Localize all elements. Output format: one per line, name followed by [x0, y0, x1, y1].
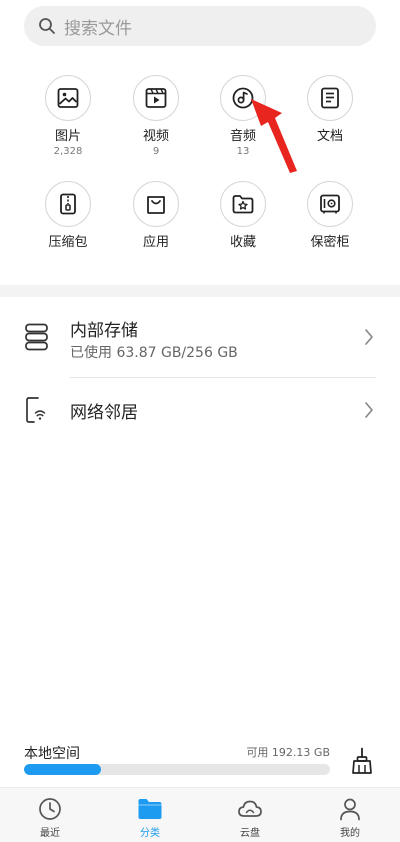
tab-label: 我的 — [340, 828, 360, 839]
tab-label: 最近 — [40, 828, 60, 839]
audio-icon — [232, 87, 254, 109]
person-icon — [340, 798, 360, 821]
category-apps[interactable]: 应用 — [118, 181, 194, 251]
category-label: 保密柜 — [310, 235, 350, 250]
bottom-navigation: 最近 分类 云盘 我的 — [0, 787, 400, 842]
category-safe[interactable]: 保密柜 — [292, 181, 368, 251]
category-label: 文档 — [316, 129, 343, 144]
category-videos[interactable]: 视频 9 — [118, 75, 194, 158]
archive-icon — [60, 193, 76, 215]
category-count: 13 — [236, 146, 250, 157]
internal-storage-title: 内部存储 — [70, 321, 138, 341]
image-icon — [57, 88, 79, 108]
broom-clean-icon[interactable] — [350, 747, 374, 775]
category-count: 2,328 — [53, 146, 83, 157]
tab-categories[interactable]: 分类 — [100, 788, 200, 842]
local-space-available: 可用 192.13 GB — [246, 746, 330, 759]
search-placeholder: 搜索文件 — [64, 18, 132, 39]
storage-progress-fill — [24, 764, 101, 775]
category-label: 收藏 — [229, 235, 256, 250]
local-space-panel: 本地空间 可用 192.13 GB — [0, 737, 400, 787]
folder-icon — [138, 799, 162, 819]
internal-storage-row[interactable]: 内部存储 已使用 63.87 GB/256 GB — [0, 297, 400, 377]
search-icon — [39, 18, 55, 34]
category-documents[interactable]: 文档 — [292, 75, 368, 145]
tab-label: 分类 — [140, 828, 160, 839]
local-space-label: 本地空间 — [24, 746, 80, 762]
tab-cloud[interactable]: 云盘 — [200, 788, 300, 842]
category-label: 应用 — [142, 235, 169, 250]
chevron-right-icon — [365, 402, 373, 418]
document-icon — [321, 87, 339, 109]
tab-label: 云盘 — [240, 828, 260, 839]
search-bar[interactable]: 搜索文件 — [24, 6, 376, 46]
category-favorites[interactable]: 收藏 — [205, 181, 281, 251]
category-label: 图片 — [54, 129, 81, 144]
network-phone-icon — [26, 397, 46, 423]
tab-recent[interactable]: 最近 — [0, 788, 100, 842]
chevron-right-icon — [365, 329, 373, 345]
safe-icon — [320, 194, 340, 214]
storage-section: 内部存储 已使用 63.87 GB/256 GB 网络邻居 — [0, 297, 400, 737]
category-label: 压缩包 — [48, 235, 88, 250]
app-bag-icon — [147, 196, 165, 214]
category-panel: 搜索文件 图片 2,328 视频 9 音频 13 文档 压缩包 应用 收藏 保密… — [0, 0, 400, 285]
cloud-icon — [238, 800, 262, 817]
storage-progress-bar — [24, 764, 330, 775]
network-neighborhood-title: 网络邻居 — [70, 403, 138, 423]
category-audio[interactable]: 音频 13 — [205, 75, 281, 158]
clock-icon — [39, 798, 61, 820]
internal-storage-usage: 已使用 63.87 GB/256 GB — [70, 345, 238, 361]
category-archives[interactable]: 压缩包 — [30, 181, 106, 251]
network-neighborhood-row[interactable]: 网络邻居 — [0, 378, 400, 442]
tab-mine[interactable]: 我的 — [300, 788, 400, 842]
video-icon — [145, 88, 167, 108]
favorite-folder-icon — [232, 195, 254, 214]
storage-icon — [25, 323, 48, 351]
category-label: 音频 — [229, 129, 256, 144]
category-label: 视频 — [142, 129, 169, 144]
category-images[interactable]: 图片 2,328 — [30, 75, 106, 158]
category-count: 9 — [152, 146, 160, 157]
section-divider — [0, 285, 400, 297]
